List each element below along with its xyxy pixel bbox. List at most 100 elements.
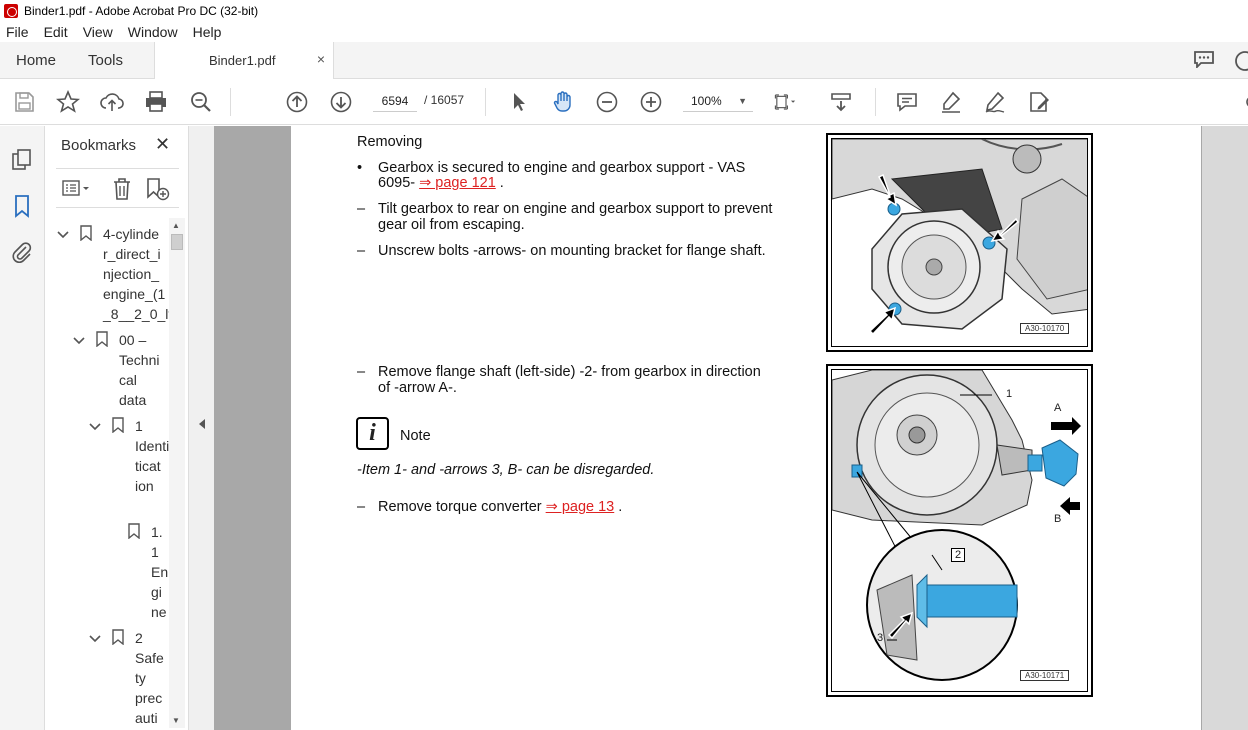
collapse-arrow-icon[interactable]: [199, 419, 205, 429]
figure-illustration: 1 2 3 A B A30-10171: [831, 369, 1088, 692]
callout-a: A: [1054, 402, 1062, 414]
callout-b: B: [1054, 513, 1062, 525]
window-title: Binder1.pdf - Adobe Acrobat Pro DC (32-b…: [24, 4, 259, 18]
step-marker: –: [357, 243, 366, 259]
step-text-continued: of -arrow A-.: [378, 380, 457, 396]
callout-1: 1: [1006, 388, 1013, 400]
figure-flange-shaft: 1 2 3 A B A30-10171: [826, 364, 1093, 697]
bookmark-icon: [128, 523, 140, 540]
chat-icon[interactable]: [1193, 50, 1215, 70]
scroll-up-icon[interactable]: ▲: [172, 221, 180, 230]
page-link[interactable]: ⇒ page 121: [419, 175, 496, 191]
menu-bar: File Edit View Window Help: [0, 22, 1248, 42]
tab-document-label: Binder1.pdf: [209, 53, 276, 68]
bookmarks-close-button[interactable]: ✕: [155, 134, 170, 155]
figure-id-label: A30-10170: [1020, 323, 1070, 334]
help-icon[interactable]: [1232, 50, 1248, 72]
bookmarks-panel: Bookmarks ✕ 4-cylinde r_direct_i njectio…: [46, 126, 189, 730]
viewer-right-margin: [1202, 126, 1248, 730]
bookmark-item-engine[interactable]: 4-cylinde r_direct_i njection_ engine_(1…: [103, 224, 171, 324]
page-down-icon[interactable]: [329, 90, 353, 114]
attachments-icon[interactable]: [10, 240, 34, 264]
scrollbar-thumb[interactable]: [171, 234, 183, 250]
step-text-continued: 6095- ⇒ page 121 .: [378, 175, 504, 191]
hand-tool-icon[interactable]: [551, 90, 575, 114]
info-note-icon: i: [356, 417, 389, 450]
figure-illustration: A30-10170: [831, 138, 1088, 347]
toolbar: 6594 / 16057 100% ▼: [0, 79, 1248, 125]
figure-mounting-bracket: A30-10170: [826, 133, 1093, 352]
panel-collapse-strip[interactable]: [189, 126, 214, 730]
step-text: Tilt gearbox to rear on engine and gearb…: [378, 201, 773, 217]
upload-icon[interactable]: [100, 90, 124, 114]
bookmark-icon: [112, 417, 124, 434]
chevron-down-icon[interactable]: [88, 420, 102, 434]
star-icon[interactable]: [55, 89, 81, 114]
left-navigation-rail: [0, 126, 45, 730]
comment-icon[interactable]: [895, 90, 919, 114]
bookmark-icon: [80, 225, 92, 242]
zoom-out-icon[interactable]: [595, 90, 619, 114]
bookmark-icon: [112, 629, 124, 646]
bookmark-icon: [96, 331, 108, 348]
figure-id-label: A30-10171: [1020, 670, 1070, 681]
bookmarks-scrollbar[interactable]: ▲ ▼: [169, 218, 185, 728]
bookmark-item-engine-sub[interactable]: 1. 1 En gi ne: [151, 522, 168, 622]
bookmark-options-icon[interactable]: [62, 179, 92, 199]
section-heading: Removing: [357, 134, 423, 150]
page-thumbnails-icon[interactable]: [10, 148, 34, 172]
chevron-down-icon[interactable]: [56, 228, 70, 242]
save-icon[interactable]: [12, 90, 36, 114]
menu-file[interactable]: File: [6, 24, 29, 40]
step-marker: •: [357, 160, 363, 176]
zoom-value: 100%: [691, 94, 722, 108]
bookmark-item-identification[interactable]: 1 Identif ticat ion: [135, 416, 171, 496]
note-text: -Item 1- and -arrows 3, B- can be disreg…: [357, 462, 655, 478]
sign-icon[interactable]: [983, 90, 1007, 114]
fit-page-icon[interactable]: [774, 90, 808, 114]
zoom-in-icon[interactable]: [639, 90, 663, 114]
page-up-icon[interactable]: [285, 90, 309, 114]
menu-help[interactable]: Help: [193, 24, 222, 40]
step-marker: –: [357, 499, 366, 515]
tab-tools[interactable]: Tools: [88, 52, 123, 69]
highlight-icon[interactable]: [939, 90, 963, 114]
page-total: / 16057: [424, 93, 465, 107]
step-text: Remove flange shaft (left-side) -2- from…: [378, 364, 761, 380]
tab-document[interactable]: Binder1.pdf ×: [154, 42, 334, 79]
step-text: Unscrew bolts -arrows- on mounting brack…: [378, 243, 766, 259]
menu-edit[interactable]: Edit: [44, 24, 68, 40]
select-cursor-icon[interactable]: [507, 90, 531, 114]
new-bookmark-icon[interactable]: [145, 177, 171, 201]
document-viewer[interactable]: Removing • Gearbox is secured to engine …: [214, 126, 1202, 730]
tab-home[interactable]: Home: [16, 52, 56, 69]
print-icon[interactable]: [144, 90, 168, 114]
step-marker: –: [357, 364, 366, 380]
step-marker: –: [357, 201, 366, 217]
scroll-down-icon[interactable]: ▼: [172, 716, 180, 725]
bookmark-item-technical-data[interactable]: 00 – Techni cal data: [119, 330, 159, 410]
tab-close-button[interactable]: ×: [317, 51, 325, 67]
step-text-continued: gear oil from escaping.: [378, 217, 525, 233]
edit-pdf-icon[interactable]: [1027, 90, 1051, 114]
title-bar: Binder1.pdf - Adobe Acrobat Pro DC (32-b…: [0, 0, 1248, 22]
scroll-mode-icon[interactable]: [829, 90, 853, 114]
step-text: Gearbox is secured to engine and gearbox…: [378, 160, 746, 176]
chevron-down-icon[interactable]: [72, 334, 86, 348]
chevron-down-icon[interactable]: [88, 632, 102, 646]
acrobat-app-icon: [4, 4, 18, 18]
callout-3: 3: [877, 632, 884, 644]
page-number-input[interactable]: 6594: [373, 90, 417, 112]
link-icon[interactable]: [1236, 90, 1248, 114]
search-zoom-icon[interactable]: [189, 90, 213, 114]
bookmark-tree: 4-cylinde r_direct_i njection_ engine_(1…: [46, 218, 171, 728]
zoom-select[interactable]: 100% ▼: [683, 90, 753, 112]
step-text: Remove torque converter ⇒ page 13 .: [378, 499, 623, 515]
tab-bar: Home Tools Binder1.pdf ×: [0, 42, 1248, 79]
delete-bookmark-icon[interactable]: [112, 177, 132, 201]
menu-window[interactable]: Window: [128, 24, 178, 40]
bookmarks-icon[interactable]: [10, 194, 34, 218]
menu-view[interactable]: View: [83, 24, 113, 40]
bookmark-item-safety[interactable]: 2 Safe ty prec auti: [135, 628, 164, 728]
page-link[interactable]: ⇒ page 13: [546, 499, 615, 515]
